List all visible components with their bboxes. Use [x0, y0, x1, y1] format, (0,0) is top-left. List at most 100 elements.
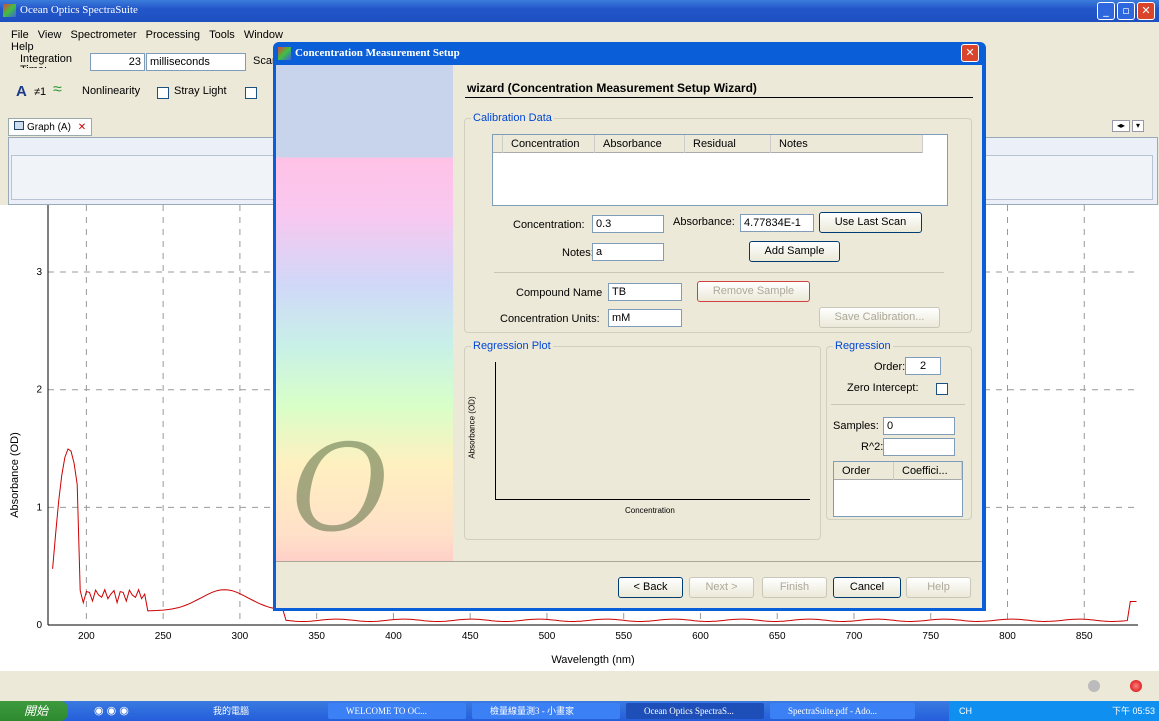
calibration-table[interactable]: Concentration Absorbance Residual Notes — [492, 134, 948, 206]
regression-plot-group: Regression Plot Absorbance (OD) Concentr… — [464, 340, 821, 540]
integration-unit-select[interactable]: milliseconds — [146, 53, 246, 71]
notes-label: Notes: — [562, 247, 594, 259]
x-tick-label: 400 — [385, 631, 402, 642]
minimize-button[interactable]: _ — [1097, 2, 1115, 20]
column-residual[interactable]: Residual — [685, 135, 771, 153]
x-tick-label: 850 — [1076, 631, 1093, 642]
absorbance-label: Absorbance: — [673, 216, 735, 228]
tab-list-icon[interactable]: ▾ — [1132, 120, 1144, 132]
taskbar-item-my-computer[interactable]: 我的電腦 — [195, 703, 315, 719]
tab-close-icon[interactable]: ✕ — [78, 122, 86, 133]
order-spinner[interactable]: 2 — [905, 357, 941, 375]
system-tray: CH 下午 05:53 — [949, 701, 1159, 721]
ne1-icon[interactable]: ≠1 — [34, 86, 46, 98]
tab-scroll-arrows-icon[interactable]: ◂▸ — [1112, 120, 1130, 132]
column-concentration[interactable]: Concentration — [503, 135, 595, 153]
dialog-titlebar: Concentration Measurement Setup ✕ — [273, 42, 986, 64]
a-icon[interactable]: A — [16, 83, 27, 100]
y-tick-label: 3 — [36, 267, 42, 278]
close-button[interactable]: ✕ — [1137, 2, 1155, 20]
wave-icon[interactable]: ≈ — [53, 81, 62, 99]
column-order[interactable]: Order — [834, 462, 894, 480]
concentration-units-input[interactable]: mM — [608, 309, 682, 327]
language-indicator[interactable]: CH — [959, 701, 972, 721]
menu-spectrometer[interactable]: Spectrometer — [71, 29, 137, 41]
x-tick-label: 650 — [769, 631, 786, 642]
concentration-input[interactable]: 0.3 — [592, 215, 664, 233]
start-label: 開始 — [24, 704, 49, 718]
x-tick-label: 750 — [922, 631, 939, 642]
menu-processing[interactable]: Processing — [146, 29, 200, 41]
x-tick-label: 200 — [78, 631, 95, 642]
status-bar — [0, 671, 1159, 701]
x-tick-label: 350 — [308, 631, 325, 642]
zero-intercept-label: Zero Intercept: — [847, 382, 919, 394]
calibration-divider — [494, 272, 944, 273]
maximize-button[interactable]: ▫ — [1117, 2, 1135, 20]
taskbar-item-spectrasuite[interactable]: Ocean Optics SpectraS... — [626, 703, 764, 719]
r2-label: R^2: — [861, 441, 884, 453]
x-tick-label: 300 — [232, 631, 249, 642]
save-calibration-button[interactable]: Save Calibration... — [819, 307, 940, 328]
regression-ylabel: Absorbance (OD) — [467, 396, 477, 459]
next-button[interactable]: Next > — [689, 577, 754, 598]
menu-bar: File View Spectrometer Processing Tools … — [0, 29, 310, 53]
heading-divider — [465, 97, 973, 98]
regression-group: Regression Order: 2 Zero Intercept: Samp… — [826, 340, 972, 520]
menu-file[interactable]: File — [11, 29, 29, 41]
samples-label: Samples: — [833, 420, 879, 432]
concentration-label: Concentration: — [513, 219, 585, 231]
app-icon — [3, 4, 16, 17]
taskbar-item-paint[interactable]: 檢量線量測3 - 小畫家 — [472, 703, 620, 719]
menu-tools[interactable]: Tools — [209, 29, 235, 41]
integration-time-input[interactable]: 23 — [90, 53, 145, 71]
zero-intercept-checkbox[interactable] — [936, 383, 948, 395]
dialog-app-icon — [278, 47, 291, 60]
integration-time-label: Integration Time: — [20, 54, 72, 68]
regression-y-axis — [495, 362, 496, 499]
nonlinearity-label: Nonlinearity — [82, 85, 141, 97]
graph-icon — [14, 121, 24, 130]
tab-graph-a[interactable]: Graph (A) ✕ — [8, 118, 93, 136]
coefficients-table[interactable]: Order Coeffici... — [833, 461, 963, 517]
taskbar-item-welcome[interactable]: WELCOME TO OC... — [328, 703, 466, 719]
x-tick-label: 550 — [615, 631, 632, 642]
wizard-banner: O — [276, 65, 453, 561]
x-tick-label: 600 — [692, 631, 709, 642]
compound-name-input[interactable]: TB — [608, 283, 682, 301]
ocean-optics-logo-icon: O — [291, 420, 390, 559]
help-button[interactable]: Help — [906, 577, 971, 598]
start-button[interactable]: 開始 — [0, 701, 68, 721]
x-tick-label: 800 — [999, 631, 1016, 642]
add-sample-button[interactable]: Add Sample — [749, 241, 840, 262]
settings-icon[interactable] — [1088, 680, 1100, 692]
back-button[interactable]: < Back — [618, 577, 683, 598]
taskbar-item-pdf[interactable]: SpectraSuite.pdf - Ado... — [770, 703, 915, 719]
stray-light-label: Stray Light — [174, 85, 227, 97]
regression-divider — [831, 404, 965, 405]
column-notes[interactable]: Notes — [771, 135, 923, 153]
stray-light-checkbox[interactable] — [157, 87, 169, 99]
column-coefficient[interactable]: Coeffici... — [894, 462, 962, 480]
button-divider — [276, 561, 982, 562]
menu-view[interactable]: View — [38, 29, 62, 41]
finish-button[interactable]: Finish — [762, 577, 827, 598]
menu-window[interactable]: Window — [244, 29, 283, 41]
x-tick-label: 500 — [539, 631, 556, 642]
taskbar: 開始 ◉ ◉ ◉ 我的電腦 WELCOME TO OC... 檢量線量測3 - … — [0, 701, 1159, 721]
cancel-button[interactable]: Cancel — [833, 577, 901, 598]
column-absorbance[interactable]: Absorbance — [595, 135, 685, 153]
use-last-scan-button[interactable]: Use Last Scan — [819, 212, 922, 233]
electric-dark-checkbox[interactable] — [245, 87, 257, 99]
dialog-body: O wizard (Concentration Measurement Setu… — [276, 65, 982, 608]
quicklaunch-icons[interactable]: ◉ ◉ ◉ — [94, 704, 129, 717]
y-tick-label: 1 — [36, 502, 42, 513]
app-titlebar: Ocean Optics SpectraSuite _ ▫ ✕ — [0, 0, 1159, 22]
compound-name-label: Compound Name — [516, 287, 603, 299]
regression-x-axis — [495, 499, 810, 500]
concentration-units-label: Concentration Units: — [500, 313, 600, 325]
y-axis-label: Absorbance (OD) — [9, 432, 21, 518]
remove-sample-button[interactable]: Remove Sample — [697, 281, 810, 302]
dialog-close-button[interactable]: ✕ — [961, 44, 979, 62]
notes-input[interactable]: a — [592, 243, 664, 261]
